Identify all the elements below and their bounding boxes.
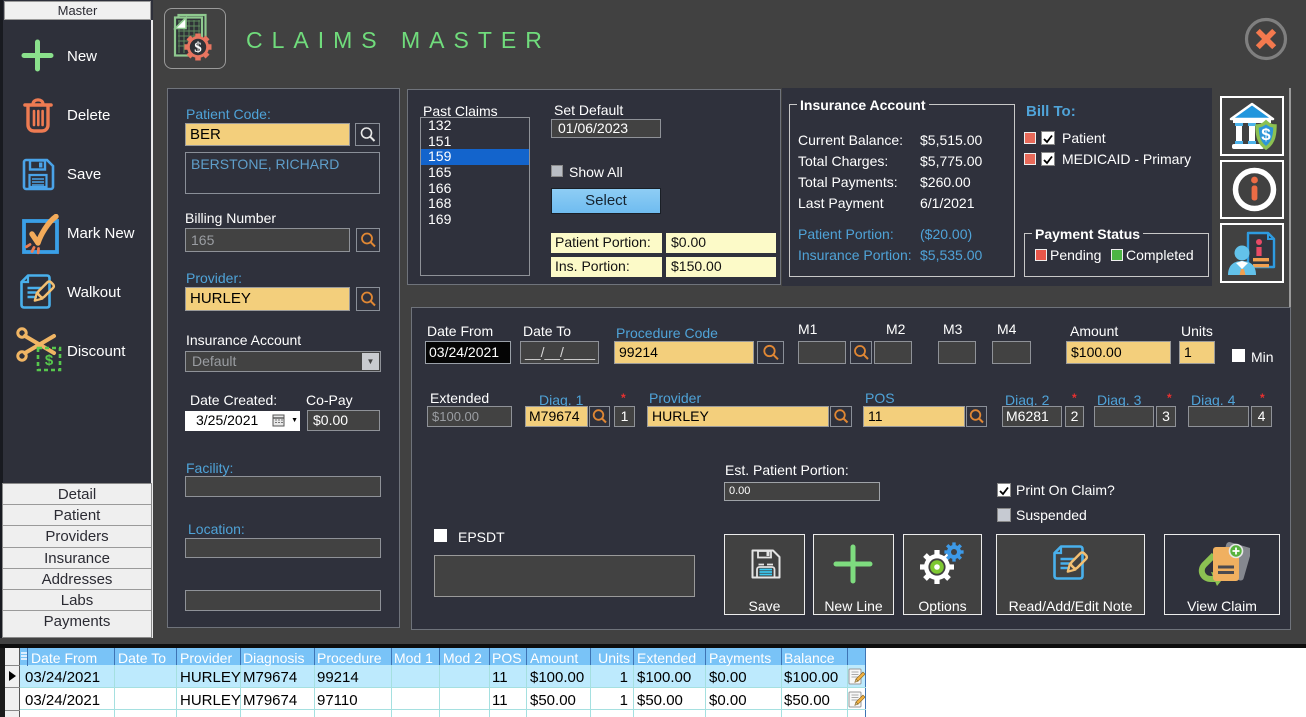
svg-text:$: $	[194, 40, 202, 56]
svg-text:$: $	[45, 352, 54, 369]
svg-text:$: $	[1261, 125, 1271, 144]
